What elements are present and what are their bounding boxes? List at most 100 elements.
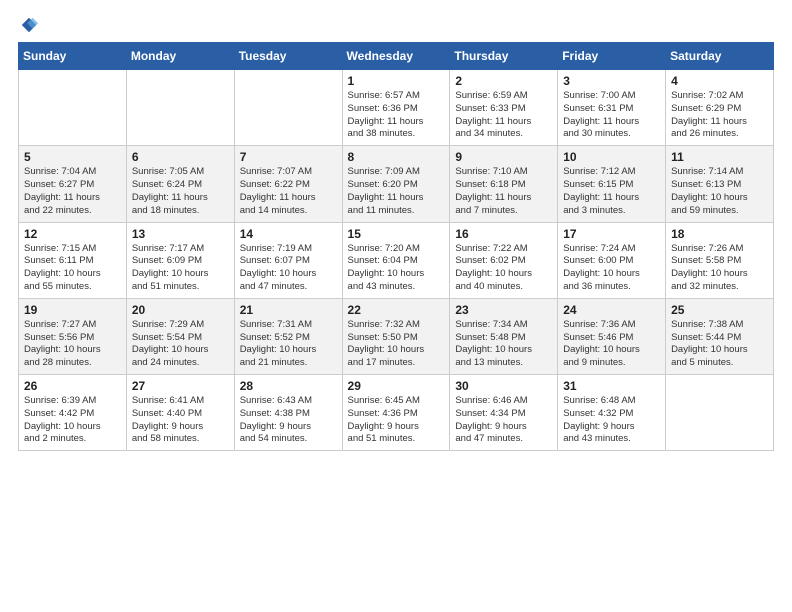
- calendar-cell: 5 Sunrise: 7:04 AM Sunset: 6:27 PM Daylig…: [19, 146, 127, 222]
- day-number: 26: [24, 379, 121, 393]
- day-number: 12: [24, 227, 121, 241]
- day-number: 6: [132, 150, 229, 164]
- day-number: 14: [240, 227, 337, 241]
- day-number: 29: [348, 379, 445, 393]
- calendar-week-row: 1 Sunrise: 6:57 AM Sunset: 6:36 PM Daylig…: [19, 70, 774, 146]
- calendar-cell: 14 Sunrise: 7:19 AM Sunset: 6:07 PM Dayli…: [234, 222, 342, 298]
- day-info: Sunrise: 7:14 AM Sunset: 6:13 PM Dayligh…: [671, 166, 768, 217]
- day-number: 10: [563, 150, 660, 164]
- day-info: Sunrise: 7:36 AM Sunset: 5:46 PM Dayligh…: [563, 319, 660, 370]
- day-number: 7: [240, 150, 337, 164]
- day-info: Sunrise: 7:34 AM Sunset: 5:48 PM Dayligh…: [455, 319, 552, 370]
- calendar-cell: 30 Sunrise: 6:46 AM Sunset: 4:34 PM Dayli…: [450, 375, 558, 451]
- day-info: Sunrise: 7:15 AM Sunset: 6:11 PM Dayligh…: [24, 243, 121, 294]
- day-info: Sunrise: 7:05 AM Sunset: 6:24 PM Dayligh…: [132, 166, 229, 217]
- calendar-cell: 31Sunrise: 6:48 AM Sunset: 4:32 PM Dayli…: [558, 375, 666, 451]
- day-number: 8: [348, 150, 445, 164]
- calendar-cell: 1 Sunrise: 6:57 AM Sunset: 6:36 PM Daylig…: [342, 70, 450, 146]
- day-info: Sunrise: 7:27 AM Sunset: 5:56 PM Dayligh…: [24, 319, 121, 370]
- day-info: Sunrise: 7:12 AM Sunset: 6:15 PM Dayligh…: [563, 166, 660, 217]
- day-info: Sunrise: 7:17 AM Sunset: 6:09 PM Dayligh…: [132, 243, 229, 294]
- calendar-cell: 19 Sunrise: 7:27 AM Sunset: 5:56 PM Dayli…: [19, 298, 127, 374]
- day-info: Sunrise: 7:31 AM Sunset: 5:52 PM Dayligh…: [240, 319, 337, 370]
- day-number: 25: [671, 303, 768, 317]
- calendar-cell: 4Sunrise: 7:02 AM Sunset: 6:29 PM Daylig…: [666, 70, 774, 146]
- calendar-cell: 22 Sunrise: 7:32 AM Sunset: 5:50 PM Dayli…: [342, 298, 450, 374]
- calendar-cell: 9 Sunrise: 7:10 AM Sunset: 6:18 PM Daylig…: [450, 146, 558, 222]
- calendar-cell: 29 Sunrise: 6:45 AM Sunset: 4:36 PM Dayli…: [342, 375, 450, 451]
- day-number: 24: [563, 303, 660, 317]
- day-number: 2: [455, 74, 552, 88]
- day-info: Sunrise: 7:22 AM Sunset: 6:02 PM Dayligh…: [455, 243, 552, 294]
- day-header-monday: Monday: [126, 43, 234, 70]
- calendar-cell: 8 Sunrise: 7:09 AM Sunset: 6:20 PM Daylig…: [342, 146, 450, 222]
- calendar-cell: 17 Sunrise: 7:24 AM Sunset: 6:00 PM Dayli…: [558, 222, 666, 298]
- calendar-cell: [666, 375, 774, 451]
- calendar-week-row: 19 Sunrise: 7:27 AM Sunset: 5:56 PM Dayli…: [19, 298, 774, 374]
- calendar-cell: 12 Sunrise: 7:15 AM Sunset: 6:11 PM Dayli…: [19, 222, 127, 298]
- calendar-week-row: 26Sunrise: 6:39 AM Sunset: 4:42 PM Dayli…: [19, 375, 774, 451]
- calendar-cell: 10 Sunrise: 7:12 AM Sunset: 6:15 PM Dayli…: [558, 146, 666, 222]
- day-number: 1: [348, 74, 445, 88]
- calendar-cell: 18Sunrise: 7:26 AM Sunset: 5:58 PM Dayli…: [666, 222, 774, 298]
- header: [18, 16, 774, 34]
- calendar-cell: 15 Sunrise: 7:20 AM Sunset: 6:04 PM Dayli…: [342, 222, 450, 298]
- day-info: Sunrise: 6:43 AM Sunset: 4:38 PM Dayligh…: [240, 395, 337, 446]
- day-info: Sunrise: 7:09 AM Sunset: 6:20 PM Dayligh…: [348, 166, 445, 217]
- day-info: Sunrise: 7:20 AM Sunset: 6:04 PM Dayligh…: [348, 243, 445, 294]
- calendar-cell: [126, 70, 234, 146]
- calendar-cell: 21 Sunrise: 7:31 AM Sunset: 5:52 PM Dayli…: [234, 298, 342, 374]
- day-number: 3: [563, 74, 660, 88]
- calendar-week-row: 5 Sunrise: 7:04 AM Sunset: 6:27 PM Daylig…: [19, 146, 774, 222]
- logo-icon: [20, 16, 38, 34]
- day-header-friday: Friday: [558, 43, 666, 70]
- day-number: 16: [455, 227, 552, 241]
- day-number: 5: [24, 150, 121, 164]
- calendar-table: SundayMondayTuesdayWednesdayThursdayFrid…: [18, 42, 774, 451]
- day-number: 15: [348, 227, 445, 241]
- day-info: Sunrise: 6:57 AM Sunset: 6:36 PM Dayligh…: [348, 90, 445, 141]
- day-number: 17: [563, 227, 660, 241]
- calendar-cell: 16 Sunrise: 7:22 AM Sunset: 6:02 PM Dayli…: [450, 222, 558, 298]
- calendar-cell: [19, 70, 127, 146]
- day-number: 11: [671, 150, 768, 164]
- day-header-saturday: Saturday: [666, 43, 774, 70]
- day-number: 27: [132, 379, 229, 393]
- day-number: 4: [671, 74, 768, 88]
- day-info: Sunrise: 7:19 AM Sunset: 6:07 PM Dayligh…: [240, 243, 337, 294]
- day-number: 23: [455, 303, 552, 317]
- day-number: 9: [455, 150, 552, 164]
- calendar-cell: 7 Sunrise: 7:07 AM Sunset: 6:22 PM Daylig…: [234, 146, 342, 222]
- day-header-tuesday: Tuesday: [234, 43, 342, 70]
- calendar-header-row: SundayMondayTuesdayWednesdayThursdayFrid…: [19, 43, 774, 70]
- calendar-cell: 25Sunrise: 7:38 AM Sunset: 5:44 PM Dayli…: [666, 298, 774, 374]
- calendar-cell: 20 Sunrise: 7:29 AM Sunset: 5:54 PM Dayli…: [126, 298, 234, 374]
- calendar-cell: 27 Sunrise: 6:41 AM Sunset: 4:40 PM Dayli…: [126, 375, 234, 451]
- day-info: Sunrise: 7:07 AM Sunset: 6:22 PM Dayligh…: [240, 166, 337, 217]
- day-info: Sunrise: 7:24 AM Sunset: 6:00 PM Dayligh…: [563, 243, 660, 294]
- day-info: Sunrise: 7:32 AM Sunset: 5:50 PM Dayligh…: [348, 319, 445, 370]
- day-number: 20: [132, 303, 229, 317]
- calendar-cell: 13 Sunrise: 7:17 AM Sunset: 6:09 PM Dayli…: [126, 222, 234, 298]
- calendar-page: SundayMondayTuesdayWednesdayThursdayFrid…: [0, 0, 792, 612]
- day-info: Sunrise: 6:59 AM Sunset: 6:33 PM Dayligh…: [455, 90, 552, 141]
- day-number: 21: [240, 303, 337, 317]
- day-number: 13: [132, 227, 229, 241]
- day-info: Sunrise: 6:45 AM Sunset: 4:36 PM Dayligh…: [348, 395, 445, 446]
- day-number: 28: [240, 379, 337, 393]
- calendar-week-row: 12 Sunrise: 7:15 AM Sunset: 6:11 PM Dayli…: [19, 222, 774, 298]
- calendar-cell: 6 Sunrise: 7:05 AM Sunset: 6:24 PM Daylig…: [126, 146, 234, 222]
- day-info: Sunrise: 6:46 AM Sunset: 4:34 PM Dayligh…: [455, 395, 552, 446]
- calendar-cell: 26Sunrise: 6:39 AM Sunset: 4:42 PM Dayli…: [19, 375, 127, 451]
- calendar-cell: 23 Sunrise: 7:34 AM Sunset: 5:48 PM Dayli…: [450, 298, 558, 374]
- day-number: 30: [455, 379, 552, 393]
- day-info: Sunrise: 7:10 AM Sunset: 6:18 PM Dayligh…: [455, 166, 552, 217]
- day-number: 19: [24, 303, 121, 317]
- day-info: Sunrise: 7:29 AM Sunset: 5:54 PM Dayligh…: [132, 319, 229, 370]
- day-header-wednesday: Wednesday: [342, 43, 450, 70]
- day-info: Sunrise: 6:41 AM Sunset: 4:40 PM Dayligh…: [132, 395, 229, 446]
- day-info: Sunrise: 7:26 AM Sunset: 5:58 PM Dayligh…: [671, 243, 768, 294]
- day-info: Sunrise: 7:04 AM Sunset: 6:27 PM Dayligh…: [24, 166, 121, 217]
- day-number: 22: [348, 303, 445, 317]
- day-number: 31: [563, 379, 660, 393]
